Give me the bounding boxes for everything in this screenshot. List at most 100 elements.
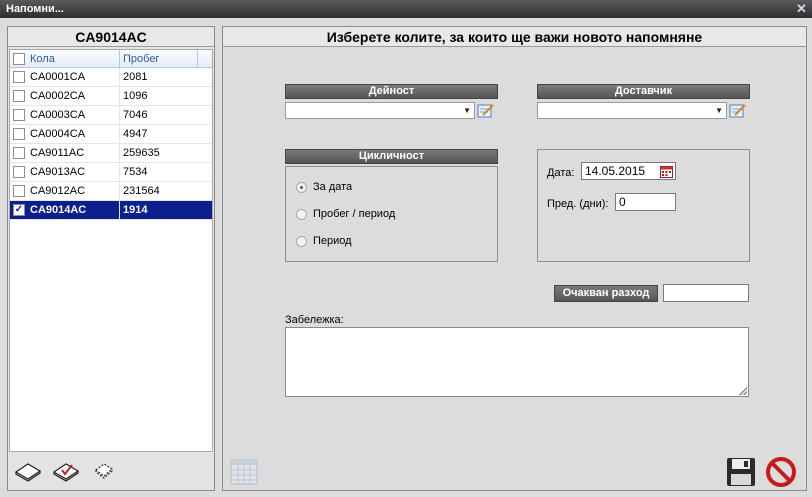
row-checkbox[interactable] — [13, 166, 25, 178]
cell-mileage[interactable]: 2081 — [120, 68, 198, 86]
radio-mileage-period-button[interactable] — [296, 208, 307, 220]
table-row[interactable]: CA9012AC 231564 — [10, 182, 212, 201]
days-label: Пред. (дни): — [547, 198, 609, 210]
activity-select[interactable]: ▼ — [285, 102, 475, 119]
days-input[interactable]: 0 — [615, 193, 676, 211]
table-row[interactable]: ✓ CA9014AC 1914 — [10, 201, 212, 220]
uncheck-all-icon[interactable] — [14, 458, 42, 482]
cell-car[interactable]: CA0002CA — [10, 87, 120, 105]
check-all-icon[interactable] — [52, 458, 80, 482]
radio-by-date-button[interactable] — [296, 181, 307, 193]
mileage-value: 1914 — [123, 204, 148, 216]
days-value: 0 — [619, 195, 626, 209]
car-grid: Кола Пробег CA0001CA 2081 CA0002CA 1096 CA00… — [9, 49, 213, 452]
activity-label: Дейност — [285, 84, 498, 99]
grid-rows: CA0001CA 2081 CA0002CA 1096 CA0003CA 7046 CA00… — [10, 68, 212, 220]
car-plate: CA0001CA — [30, 71, 86, 83]
reminder-panel: Изберете колите, за които ще важи новото… — [222, 26, 807, 491]
edit-supplier-icon[interactable] — [729, 102, 747, 119]
row-checkbox[interactable] — [13, 71, 25, 83]
mileage-value: 1096 — [123, 90, 148, 102]
cell-mileage[interactable]: 7534 — [120, 163, 198, 181]
table-row[interactable]: CA9013AC 7534 — [10, 163, 212, 182]
cell-car[interactable]: CA9012AC — [10, 182, 120, 200]
cell-car[interactable]: CA0004CA — [10, 125, 120, 143]
row-checkbox[interactable] — [13, 109, 25, 121]
supplier-label: Доставчик — [537, 84, 750, 99]
calendar-icon[interactable] — [229, 456, 259, 486]
selected-car-title: CA9014AC — [8, 27, 214, 47]
car-list-toolbar — [8, 450, 214, 490]
cell-mileage[interactable]: 1096 — [120, 87, 198, 105]
date-value: 14.05.2015 — [585, 164, 646, 178]
cyclic-options-box: За дата Пробег / период Период — [285, 166, 498, 262]
chevron-down-icon: ▼ — [715, 106, 723, 115]
row-checkbox[interactable]: ✓ — [13, 204, 25, 216]
row-checkbox[interactable] — [13, 90, 25, 102]
window-titlebar: Напомни... ✕ — [0, 0, 812, 18]
select-all-checkbox[interactable] — [13, 52, 25, 65]
table-row[interactable]: CA0004CA 4947 — [10, 125, 212, 144]
expected-cost-input[interactable] — [663, 284, 749, 302]
cell-car[interactable]: CA0003CA — [10, 106, 120, 124]
mileage-value: 4947 — [123, 128, 148, 140]
car-plate: CA9012AC — [30, 185, 86, 197]
car-plate: CA0004CA — [30, 128, 86, 140]
row-checkbox[interactable] — [13, 128, 25, 140]
car-plate: CA0003CA — [30, 109, 86, 121]
mileage-value: 7534 — [123, 166, 148, 178]
date-label: Дата: — [547, 167, 575, 179]
table-row[interactable]: CA9011AC 259635 — [10, 144, 212, 163]
column-header-car[interactable]: Кола — [10, 50, 120, 67]
row-checkbox[interactable] — [13, 147, 25, 159]
radio-by-date[interactable]: За дата — [296, 181, 352, 193]
cancel-icon[interactable] — [765, 456, 797, 488]
car-plate: CA0002CA — [30, 90, 86, 102]
chevron-down-icon: ▼ — [463, 106, 471, 115]
note-textarea[interactable] — [285, 327, 749, 397]
calendar-picker-icon[interactable] — [660, 165, 673, 178]
reminder-panel-title: Изберете колите, за които ще важи новото… — [223, 27, 806, 47]
invert-selection-icon[interactable] — [90, 458, 118, 482]
table-row[interactable]: CA0003CA 7046 — [10, 106, 212, 125]
window-title: Напомни... — [6, 3, 64, 15]
car-list-panel: CA9014AC Кола Пробег CA0001CA 2081 CA0002C… — [7, 26, 215, 491]
radio-period-label: Период — [313, 235, 352, 247]
cell-car[interactable]: CA9013AC — [10, 163, 120, 181]
cell-mileage[interactable]: 7046 — [120, 106, 198, 124]
car-plate: CA9014AC — [30, 204, 87, 216]
close-icon[interactable]: ✕ — [795, 2, 808, 15]
column-header-filler — [198, 50, 212, 67]
mileage-value: 7046 — [123, 109, 148, 121]
radio-period[interactable]: Период — [296, 235, 352, 247]
row-checkbox[interactable] — [13, 185, 25, 197]
cell-mileage[interactable]: 1914 — [120, 201, 198, 219]
table-row[interactable]: CA0001CA 2081 — [10, 68, 212, 87]
cell-mileage[interactable]: 259635 — [120, 144, 198, 162]
column-header-mileage-label: Пробег — [123, 52, 160, 65]
radio-mileage-period-label: Пробег / период — [313, 208, 396, 220]
cell-car[interactable]: ✓ CA9014AC — [10, 201, 120, 219]
mileage-value: 2081 — [123, 71, 148, 83]
car-plate: CA9013AC — [30, 166, 86, 178]
cell-mileage[interactable]: 231564 — [120, 182, 198, 200]
grid-header: Кола Пробег — [10, 50, 212, 68]
resize-grip-icon[interactable] — [739, 387, 747, 395]
cell-car[interactable]: CA0001CA — [10, 68, 120, 86]
cell-mileage[interactable]: 4947 — [120, 125, 198, 143]
radio-period-button[interactable] — [296, 235, 307, 247]
car-plate: CA9011AC — [30, 147, 85, 159]
cell-car[interactable]: CA9011AC — [10, 144, 120, 162]
radio-by-date-label: За дата — [313, 181, 353, 193]
table-row[interactable]: CA0002CA 1096 — [10, 87, 212, 106]
supplier-select[interactable]: ▼ — [537, 102, 727, 119]
column-header-mileage[interactable]: Пробег — [120, 50, 198, 67]
date-box: Дата: 14.05.2015 Пред. (дни): 0 — [537, 149, 750, 262]
note-label: Забележка: — [285, 314, 344, 326]
edit-activity-icon[interactable] — [477, 102, 495, 119]
save-icon[interactable] — [725, 456, 757, 488]
dialog-body: CA9014AC Кола Пробег CA0001CA 2081 CA0002C… — [0, 18, 812, 497]
reminder-toolbar — [223, 452, 806, 490]
radio-mileage-period[interactable]: Пробег / период — [296, 208, 395, 220]
cyclic-label: Цикличност — [285, 149, 498, 164]
